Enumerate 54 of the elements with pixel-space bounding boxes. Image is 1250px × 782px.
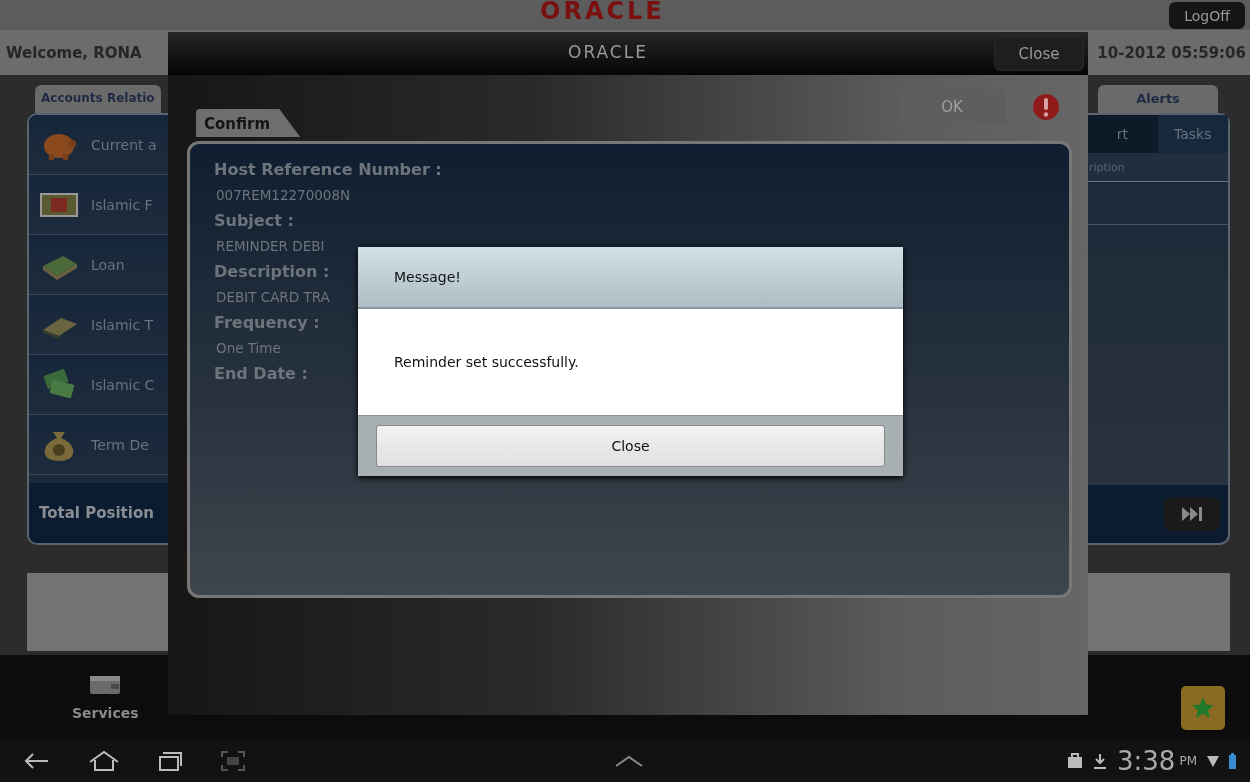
account-label: Loan: [91, 256, 125, 273]
last-page-button[interactable]: [1164, 497, 1220, 531]
close-button[interactable]: Close: [376, 425, 885, 467]
account-item[interactable]: Islamic C: [29, 355, 168, 415]
account-label: Current a: [91, 136, 157, 153]
field-label: Host Reference Number :: [214, 160, 442, 179]
account-label: Islamic C: [91, 376, 155, 393]
favorites-button[interactable]: [1181, 685, 1225, 730]
skip-forward-icon: [1181, 506, 1203, 522]
column-header: ription: [1089, 160, 1125, 174]
field-value: 007REM12270008N: [215, 187, 351, 203]
alert-icon: [1032, 92, 1060, 121]
services-nav-item[interactable]: Services: [72, 674, 139, 721]
wifi-icon: [1207, 754, 1219, 768]
close-button[interactable]: Close: [994, 36, 1084, 71]
dialog-message: Reminder set successfully.: [394, 354, 579, 370]
clock-ampm: PM: [1179, 754, 1197, 768]
field-value: DEBIT CARD TRA: [215, 289, 330, 305]
account-item[interactable]: Islamic T: [29, 295, 168, 355]
chevron-up-icon[interactable]: [614, 754, 644, 768]
account-item[interactable]: Loan: [29, 235, 168, 295]
account-label: Term De: [91, 436, 149, 453]
field-label: Subject :: [214, 211, 294, 230]
total-position-label: Total Position: [39, 504, 154, 522]
account-item[interactable]: Current a: [29, 115, 168, 175]
dialog-title: Message!: [394, 269, 461, 285]
confirm-tab[interactable]: Confirm: [196, 109, 301, 137]
clock-time: 3:38: [1117, 746, 1176, 776]
welcome-text: Welcome, RONA: [6, 43, 142, 62]
alerts-tab[interactable]: Alerts: [1098, 85, 1218, 113]
field-label: End Date :: [214, 364, 308, 383]
field-label: Description :: [214, 262, 330, 281]
account-label: Islamic F: [91, 196, 153, 213]
sub-tab[interactable]: Tasks: [1157, 115, 1228, 153]
field-value: One Time: [215, 340, 281, 356]
logoff-button[interactable]: LogOff: [1169, 2, 1245, 29]
oracle-logo: ORACLE: [540, 0, 665, 24]
account-item[interactable]: Islamic F: [29, 175, 168, 235]
battery-icon: [1229, 753, 1236, 769]
account-item[interactable]: Term De: [29, 415, 168, 475]
download-icon: [1093, 753, 1107, 769]
briefcase-icon: [1067, 753, 1083, 769]
field-label: Frequency :: [214, 313, 320, 332]
oracle-logo: ORACLE: [568, 42, 648, 62]
date-time: 10-2012 05:59:06: [1097, 43, 1246, 62]
recent-apps-icon[interactable]: [158, 750, 182, 772]
field-value: REMINDER DEBI: [215, 238, 325, 254]
sub-tab[interactable]: rt: [1087, 115, 1158, 153]
account-label: Islamic T: [91, 316, 154, 333]
wallet-icon: [89, 674, 122, 695]
back-icon[interactable]: [22, 751, 50, 771]
accounts-tab[interactable]: Accounts Relatio: [35, 85, 161, 113]
screenshot-icon[interactable]: [220, 750, 246, 772]
home-icon[interactable]: [88, 750, 120, 772]
